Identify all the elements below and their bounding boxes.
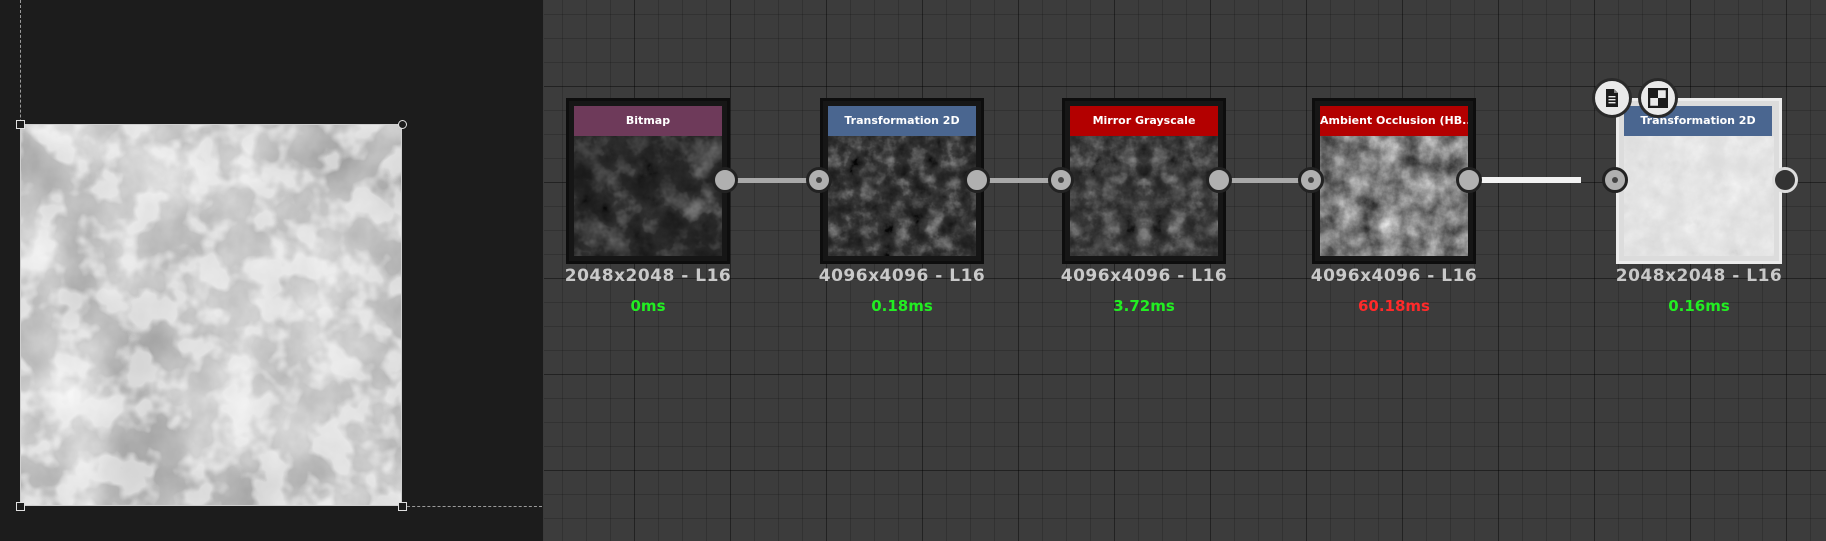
node-thumbnail [828, 136, 976, 256]
node-resolution: 4096x4096 - L16 [1310, 266, 1478, 286]
crop-handle-top-left[interactable] [16, 120, 25, 129]
node-thumbnail [1320, 136, 1468, 256]
connection-wire-1[interactable] [725, 178, 813, 183]
node-title: Mirror Grayscale [1070, 106, 1218, 136]
output-port[interactable] [1206, 167, 1232, 193]
node-transformation-2d-selected[interactable]: Transformation 2D [1616, 98, 1782, 264]
output-port[interactable] [1772, 167, 1798, 193]
node-mirror-grayscale[interactable]: Mirror Grayscale [1062, 98, 1226, 264]
texture-preview-image [21, 125, 401, 505]
node-cook-time: 0ms [630, 297, 666, 315]
node-title: Bitmap [574, 106, 722, 136]
node-resolution: 2048x2048 - L16 [1615, 266, 1783, 286]
node-cook-time: 60.18ms [1357, 297, 1430, 315]
2d-view-panel[interactable] [0, 0, 543, 541]
node-cook-time: 3.72ms [1113, 297, 1175, 315]
node-bitmap[interactable]: Bitmap [566, 98, 730, 264]
crop-handle-bottom-left[interactable] [16, 502, 25, 511]
node-resolution: 4096x4096 - L16 [1060, 266, 1228, 286]
input-port[interactable] [806, 167, 832, 193]
rotate-handle-top-right[interactable] [398, 120, 407, 129]
texture-preview[interactable] [20, 124, 402, 506]
crop-guide-horizontal [402, 506, 542, 507]
node-title: Transformation 2D [828, 106, 976, 136]
node-resolution: 4096x4096 - L16 [818, 266, 986, 286]
node-transformation-2d[interactable]: Transformation 2D [820, 98, 984, 264]
node-thumbnail [1070, 136, 1218, 256]
input-port[interactable] [1602, 167, 1628, 193]
graph-canvas[interactable]: Bitmap 2048x2048 - L16 0ms Transformatio… [544, 0, 1826, 541]
node-resolution: 2048x2048 - L16 [564, 266, 732, 286]
node-cook-time: 0.16ms [1668, 297, 1730, 315]
checker-icon[interactable] [1638, 78, 1678, 118]
node-ambient-occlusion[interactable]: Ambient Occlusion (HB... [1312, 98, 1476, 264]
document-icon[interactable] [1592, 78, 1632, 118]
output-port[interactable] [964, 167, 990, 193]
input-port[interactable] [1298, 167, 1324, 193]
output-port[interactable] [712, 167, 738, 193]
node-title: Ambient Occlusion (HB... [1320, 106, 1468, 136]
node-thumbnail [574, 136, 722, 256]
output-port[interactable] [1456, 167, 1482, 193]
node-thumbnail [1624, 136, 1774, 256]
crop-handle-bottom-right[interactable] [398, 502, 407, 511]
input-port[interactable] [1048, 167, 1074, 193]
node-cook-time: 0.18ms [871, 297, 933, 315]
